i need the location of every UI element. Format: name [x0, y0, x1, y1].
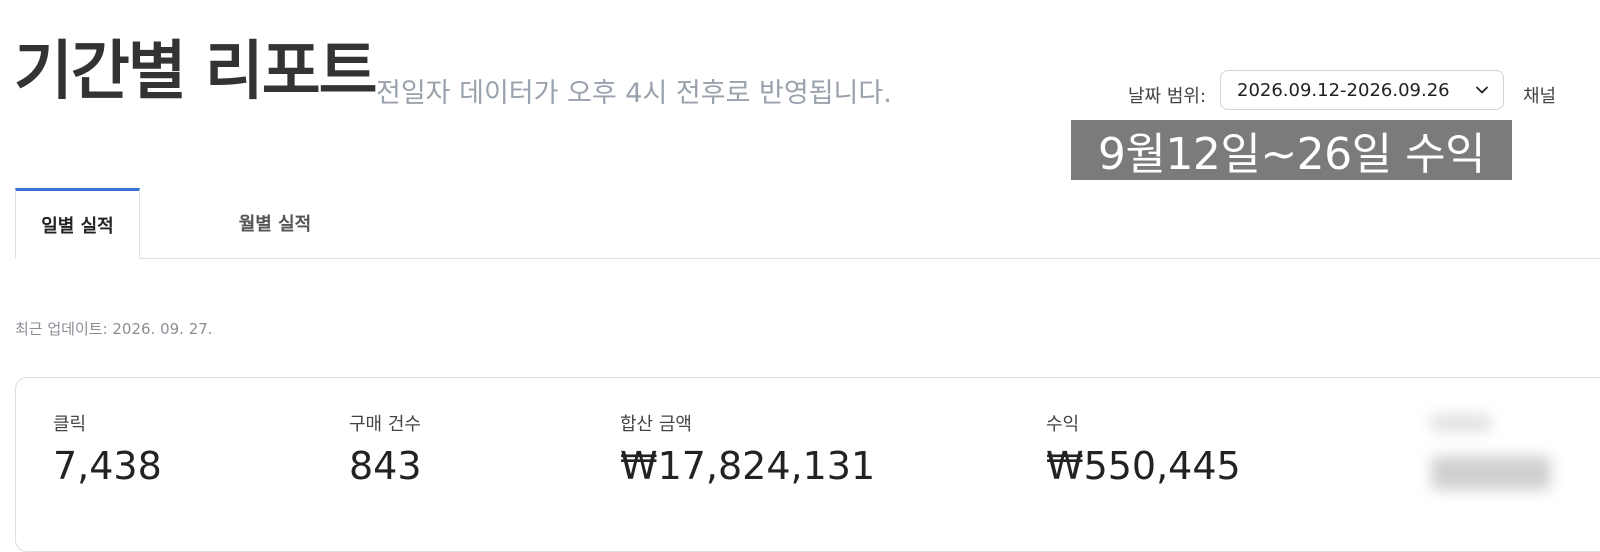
- stat-clicks-value: 7,438: [53, 444, 162, 488]
- chevron-down-icon: [1475, 83, 1489, 97]
- blurred-label-block: [1431, 414, 1491, 432]
- blurred-value-block: [1431, 456, 1551, 490]
- stat-total-amount-value: ₩17,824,131: [620, 444, 876, 488]
- channel-label: 채널: [1523, 86, 1557, 107]
- stat-clicks: 클릭 7,438: [53, 410, 162, 488]
- stat-total-amount: 합산 금액 ₩17,824,131: [620, 410, 875, 488]
- report-tabs: 일별 실적 월별 실적: [15, 188, 1600, 259]
- annotation-overlay: 9월12일~26일 수익: [1071, 120, 1512, 180]
- stat-blurred-redacted: [1421, 406, 1561, 506]
- tab-daily-performance[interactable]: 일별 실적: [15, 188, 140, 259]
- tab-monthly-performance[interactable]: 월별 실적: [205, 188, 345, 258]
- date-range-select[interactable]: 2026.09.12-2026.09.26: [1220, 70, 1504, 110]
- page-subtitle: 전일자 데이터가 오후 4시 전후로 반영됩니다.: [376, 78, 892, 109]
- stat-purchases-label: 구매 건수: [349, 414, 421, 435]
- date-range-value: 2026.09.12-2026.09.26: [1237, 79, 1450, 101]
- last-updated-text: 최근 업데이트: 2026. 09. 27.: [15, 320, 213, 338]
- stat-revenue-label: 수익: [1046, 414, 1080, 435]
- stat-revenue: 수익 ₩550,445: [1046, 410, 1241, 488]
- stats-summary-card: 클릭 7,438 구매 건수 843 합산 금액 ₩17,824,131 수익 …: [15, 377, 1600, 552]
- stat-purchases: 구매 건수 843: [349, 410, 422, 488]
- stat-revenue-value: ₩550,445: [1046, 444, 1241, 488]
- page-title: 기간별 리포트: [14, 35, 378, 109]
- date-range-label: 날짜 범위:: [1128, 86, 1207, 107]
- stat-total-amount-label: 합산 금액: [620, 414, 692, 435]
- stat-clicks-label: 클릭: [53, 414, 87, 435]
- stat-purchases-value: 843: [349, 444, 422, 488]
